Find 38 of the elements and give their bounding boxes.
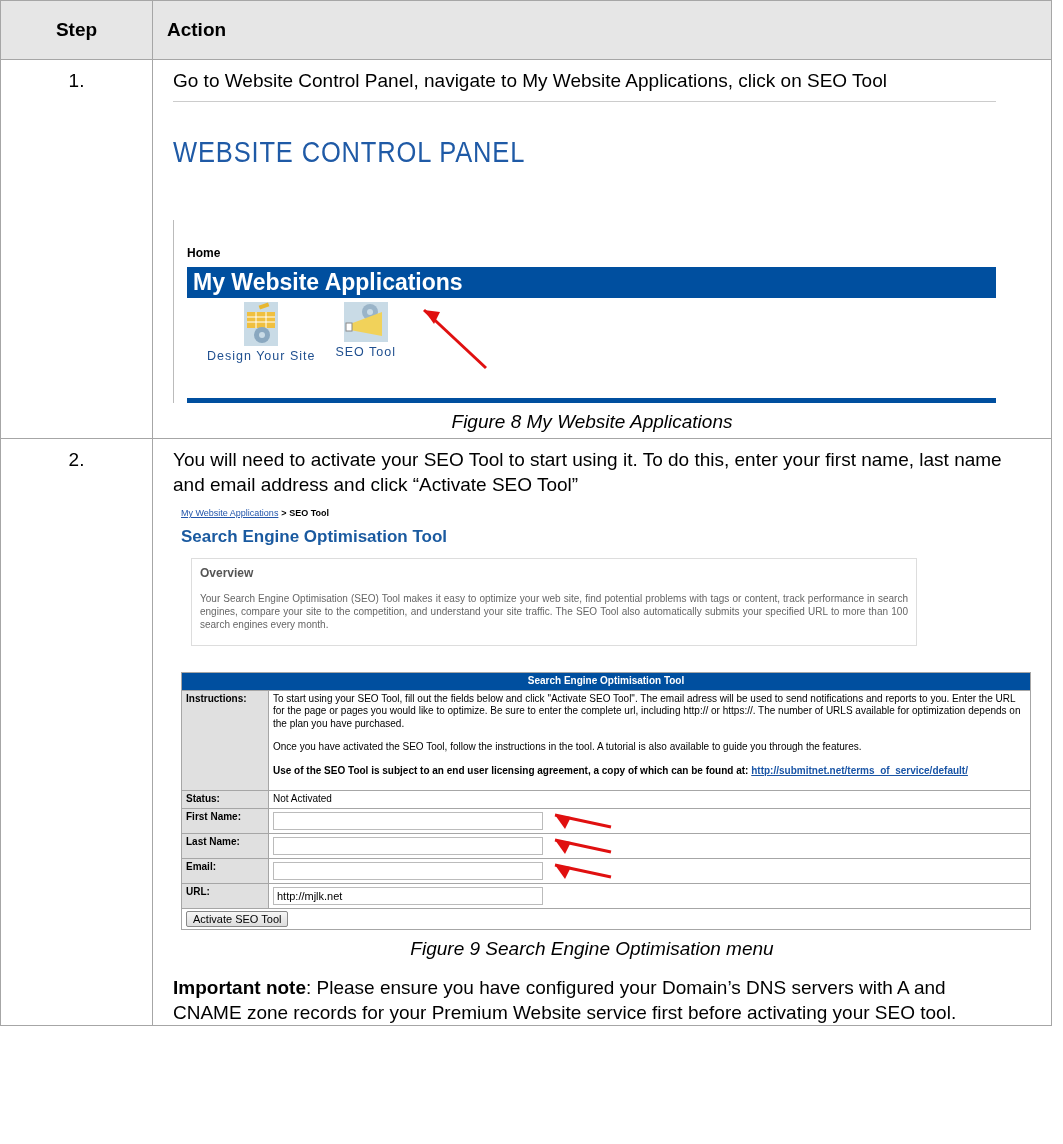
activate-button[interactable]: Activate SEO Tool (186, 910, 289, 927)
row-label: URL: (181, 883, 269, 908)
step-number: 1. (68, 70, 85, 91)
page-title: Search Engine Optimisation Tool (181, 526, 449, 548)
row-label: Instructions: (181, 690, 269, 791)
section-header: My Website Applications (187, 267, 996, 298)
important-note: Important note: Please ensure you have configured your Domain’s DNS servers with A and CNAME zone records for your Premium Website service first before activating your SEO tool. (173, 975, 958, 1025)
home-link[interactable]: Home (187, 246, 221, 260)
row-label: Last Name: (181, 833, 269, 858)
building-gear-icon (244, 302, 279, 346)
instructions-text: To start using your SEO Tool, fill out the fields below and click "Activate SEO Tool". The email adress will be used to send notifications and reports to you. Enter the URL for the page or pages you would like to optimize. Be sure to enter the complete url, including http:// or https://. The number of URLS available for optimization depends on the plan you have purchased. (273, 692, 1022, 730)
form-header: Search Engine Optimisation Tool (181, 672, 1031, 690)
terms-link[interactable]: http://submitnet.net/terms_of_service/default/ (751, 764, 968, 776)
breadcrumb-link[interactable]: My Website Applications (181, 508, 279, 518)
row-label: First Name: (181, 808, 269, 833)
figure-caption: Figure 9 Search Engine Optimisation menu (409, 936, 775, 961)
status-value: Not Activated (268, 790, 1031, 808)
license-text: Use of the SEO Tool is subject to an end user licensing agreement, a copy of which can be found at: http://submitnet.net/terms_of_service/default/ (273, 764, 969, 777)
column-header: Step (0, 0, 153, 60)
step-number: 2. (68, 449, 85, 470)
figure-caption: Figure 8 My Website Applications (450, 410, 734, 434)
step-instruction: Go to Website Control Panel, navigate to My Website Applications, click on SEO Tool (173, 69, 888, 93)
breadcrumb-separator: > (281, 508, 287, 518)
megaphone-gear-icon (343, 302, 388, 342)
overview-heading: Overview (200, 567, 254, 579)
input-field[interactable]: http://mjlk.net (273, 886, 543, 905)
row-label: Email: (181, 858, 269, 883)
app-link[interactable]: SEO Tool (335, 344, 396, 360)
app-link[interactable]: Design Your Site (207, 348, 316, 364)
overview-text: Your Search Engine Optimisation (SEO) Tool makes it easy to optimize your web site, find potential problems with tags or content, track performance in search engines, compare your site to the competition, and understand your site traffic. The SEO Tool also automatically submits your specified URL to more than 100 search engines every month. (200, 592, 908, 631)
input-field[interactable] (273, 811, 543, 830)
breadcrumb-current: SEO Tool (289, 508, 330, 518)
input-field[interactable] (273, 861, 543, 880)
instructions-text: Once you have activated the SEO Tool, follow the instructions in the tool. A tutorial is also available to guide you through the features. (273, 741, 863, 754)
step-instruction: You will need to activate your SEO Tool to start using it. To do this, enter your first name, last name and email address and click “Activate SEO Tool” (173, 448, 1003, 497)
control-panel-title: WEBSITE CONTROL PANEL (173, 134, 526, 170)
input-field[interactable] (273, 836, 543, 855)
column-header: Action (152, 0, 1052, 60)
